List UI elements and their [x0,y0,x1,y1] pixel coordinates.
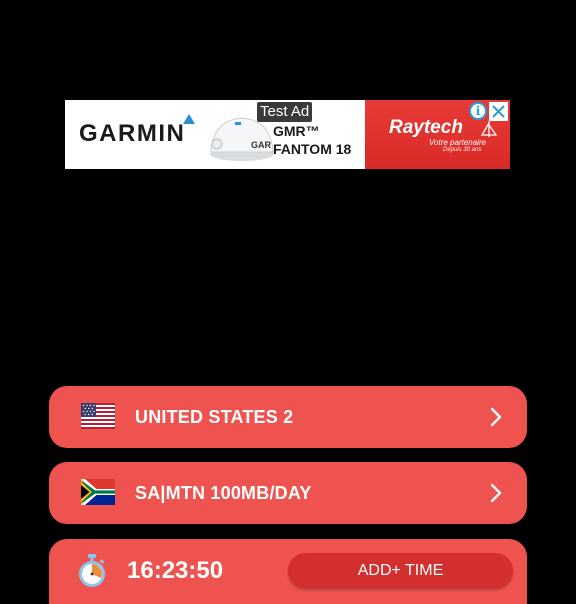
raytech-since: Depuis 30 ans [443,147,482,153]
test-ad-label: Test Ad [257,102,313,122]
stopwatch-icon [79,554,105,587]
chevron-right-icon [490,407,502,427]
timer-panel: 16:23:50 ADD+ TIME [49,539,527,604]
close-icon[interactable] [489,102,508,121]
timer-value: 16:23:50 [127,557,224,584]
chevron-right-icon [490,483,502,503]
add-time-button[interactable]: ADD+ TIME [288,553,513,588]
config-select-button[interactable]: SA|MTN 100MB/DAY [49,462,527,524]
za-flag-icon [81,479,115,505]
server-label: UNITED STATES 2 [135,407,294,427]
garmin-logo: GARMIN [79,120,186,147]
ad-banner[interactable]: GARMIN GAR Test Ad GMR™ FANTOM 18 Raytec… [65,100,510,169]
us-flag-icon [81,403,115,429]
app-screen: GARMIN GAR Test Ad GMR™ FANTOM 18 Raytec… [0,0,576,604]
product-name: GMR™ FANTOM 18 [273,122,351,158]
raytech-tagline: Votre partenaire [429,138,487,147]
server-select-button[interactable]: UNITED STATES 2 [49,386,527,448]
product-line-1: GMR™ [273,123,320,139]
product-line-2: FANTOM 18 [273,141,352,157]
info-icon[interactable]: i [469,102,487,120]
garmin-triangle-icon [183,114,195,124]
config-label: SA|MTN 100MB/DAY [135,483,312,503]
raytech-logo: Raytech [389,117,463,138]
radome-label: GAR [251,140,272,150]
